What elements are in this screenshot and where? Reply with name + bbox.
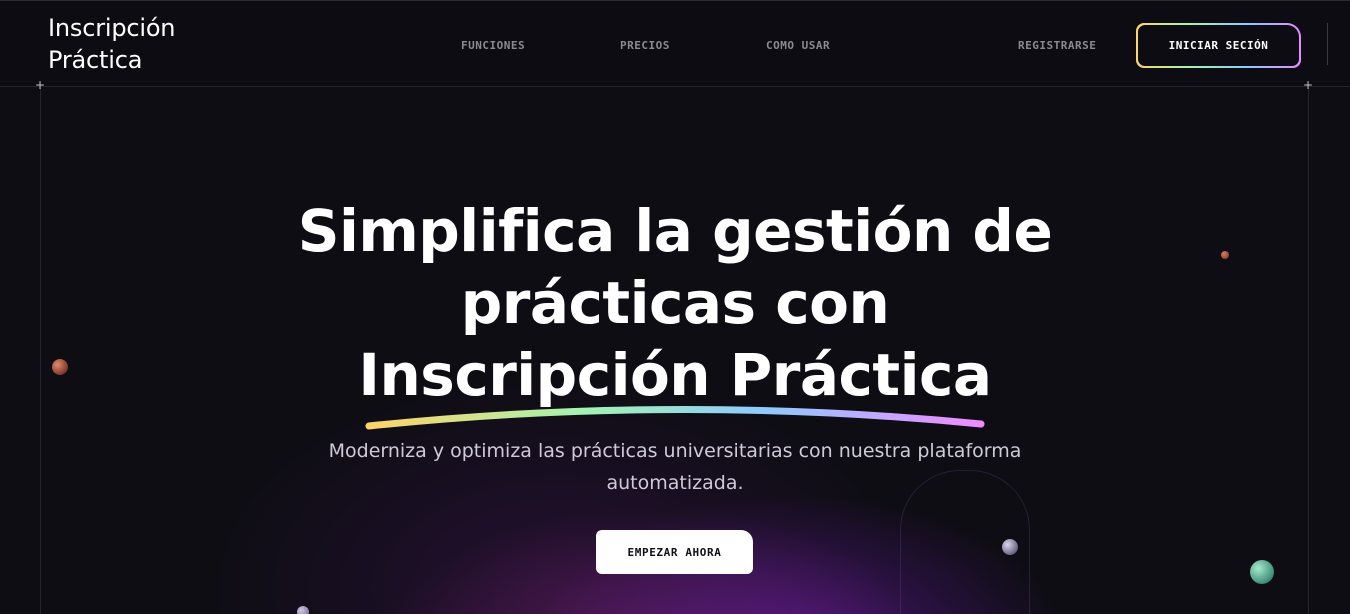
decorative-orb	[1221, 251, 1229, 259]
corner-plus-icon: +	[1303, 78, 1314, 92]
brand-line-2: Práctica	[48, 46, 143, 74]
decorative-orb	[1250, 560, 1274, 584]
login-button[interactable]: INICIAR SECIÓN	[1136, 23, 1301, 68]
hero-subtitle: Moderniza y optimiza las prácticas unive…	[328, 440, 1022, 494]
brand-logo[interactable]: Inscripción Práctica	[48, 12, 238, 76]
nav-funciones[interactable]: FUNCIONES	[461, 39, 525, 52]
headline-line-2: prácticas con	[460, 269, 890, 337]
login-button-label: INICIAR SECIÓN	[1138, 25, 1299, 66]
site-header: Inscripción Práctica FUNCIONES PRECIOS C…	[0, 0, 1350, 87]
decorative-orb	[297, 606, 309, 614]
nav-como-usar[interactable]: COMO USAR	[766, 39, 830, 52]
decorative-orb	[1002, 539, 1018, 555]
corner-plus-icon: +	[35, 78, 46, 92]
nav-registrarse[interactable]: REGISTRARSE	[1018, 39, 1096, 52]
decorative-orb	[52, 359, 68, 375]
hero-headline: Simplifica la gestión de prácticas con I…	[250, 195, 1100, 411]
headline-line-1: Simplifica la gestión de	[297, 197, 1053, 265]
frame-line-left	[40, 88, 41, 614]
gradient-underline	[365, 405, 985, 430]
start-now-button[interactable]: EMPEZAR AHORA	[596, 530, 753, 574]
frame-line-right	[1308, 88, 1309, 614]
nav-precios[interactable]: PRECIOS	[620, 39, 670, 52]
landing-page: Inscripción Práctica FUNCIONES PRECIOS C…	[0, 0, 1350, 614]
brand-line-1: Inscripción	[48, 14, 176, 42]
